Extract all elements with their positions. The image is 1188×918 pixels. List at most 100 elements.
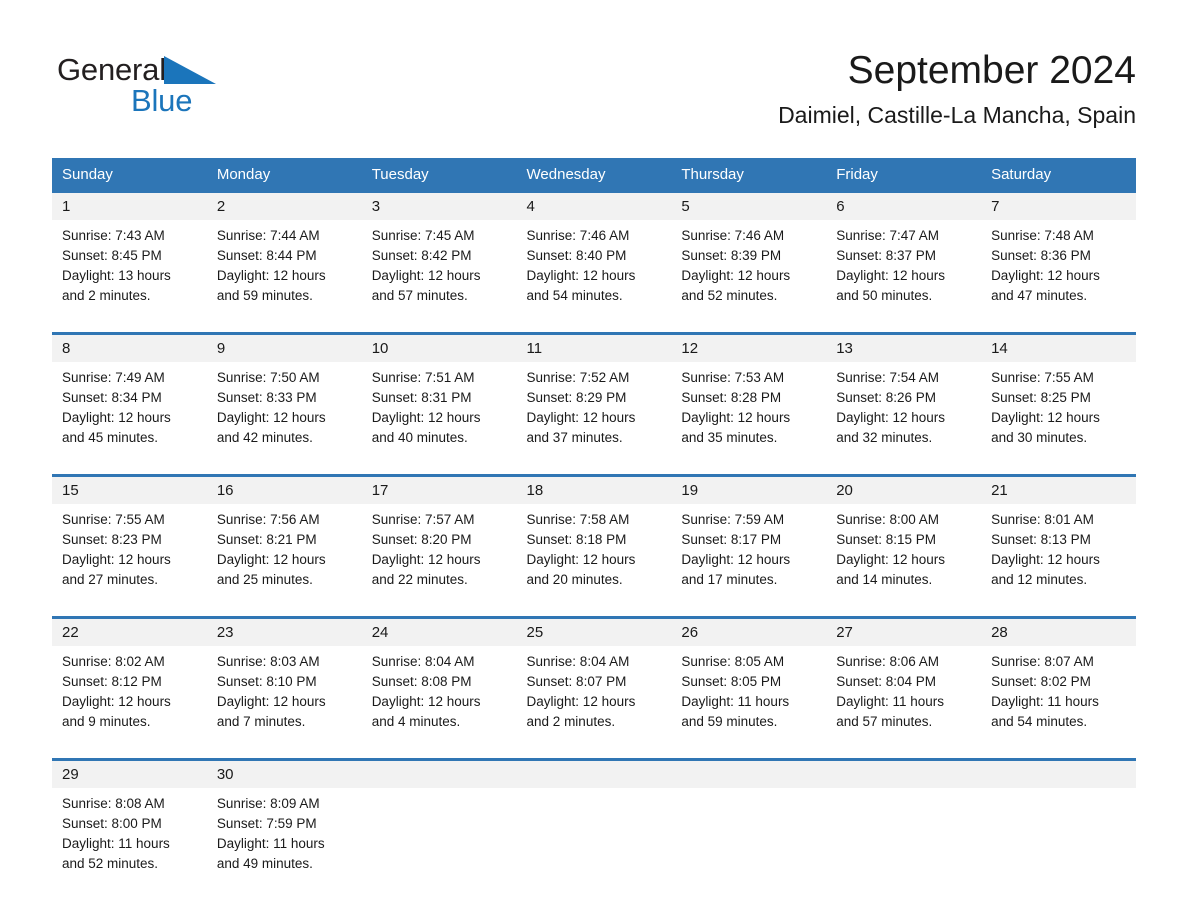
day-number-cell[interactable]: 12 [671, 332, 827, 362]
sunrise-text: Sunrise: 8:00 AM [836, 512, 940, 527]
sunset-text: Sunset: 8:12 PM [62, 674, 162, 689]
daylight-text-line2: and 47 minutes. [991, 288, 1088, 303]
weekday-header-sunday: Sunday [52, 158, 207, 192]
daylight-text-line1: Daylight: 11 hours [216, 836, 325, 851]
sunrise-text: Sunrise: 7:46 AM [526, 228, 630, 243]
day-number-cell[interactable]: 3 [361, 190, 517, 220]
sunrise-text: Sunrise: 8:05 AM [681, 654, 785, 669]
sunrise-text: Sunrise: 7:53 AM [681, 370, 785, 385]
day-number-cell[interactable]: 20 [826, 474, 982, 504]
daylight-text-line2: and 57 minutes. [836, 714, 933, 729]
day-number-cell[interactable]: 5 [671, 190, 827, 220]
day-number-cell[interactable]: 25 [516, 616, 672, 646]
day-info-cell: Sunrise: 7:53 AM Sunset: 8:28 PM Daylight:… [671, 362, 827, 460]
day-number-cell[interactable]: 2 [206, 190, 362, 220]
daylight-text-line2: and 57 minutes. [371, 288, 468, 303]
daylight-text-line1: Daylight: 12 hours [371, 410, 481, 425]
sunrise-text: Sunrise: 7:45 AM [371, 228, 475, 243]
daylight-text-line2: and 12 minutes. [991, 572, 1088, 587]
day-info-cell: Sunrise: 8:04 AM Sunset: 8:07 PM Daylight:… [516, 646, 672, 744]
sunset-text: Sunset: 8:04 PM [836, 674, 937, 689]
daylight-text-line1: Daylight: 12 hours [991, 410, 1100, 425]
daylight-text-line2: and 54 minutes. [526, 288, 623, 303]
daylight-text-line2: and 42 minutes. [216, 430, 313, 445]
sunset-text: Sunset: 8:18 PM [526, 532, 627, 547]
daylight-text-line2: and 45 minutes. [62, 430, 159, 445]
daylight-text-line2: and 14 minutes. [836, 572, 933, 587]
day-info-cell: Sunrise: 7:51 AM Sunset: 8:31 PM Daylight:… [361, 362, 517, 460]
sunset-text: Sunset: 8:40 PM [526, 248, 627, 263]
day-number-cell[interactable]: 9 [206, 332, 362, 362]
day-info-cell: Sunrise: 7:46 AM Sunset: 8:40 PM Daylight:… [516, 220, 672, 318]
day-number-cell[interactable]: 14 [981, 332, 1136, 362]
daylight-text-line2: and 52 minutes. [681, 288, 778, 303]
empty-info-cell [361, 788, 517, 886]
weekday-header-row: Sunday Monday Tuesday Wednesday Thursday… [52, 158, 1136, 192]
day-number-cell[interactable]: 26 [671, 616, 827, 646]
sunrise-text: Sunrise: 7:56 AM [216, 512, 320, 527]
empty-info-cell [981, 788, 1136, 886]
sunset-text: Sunset: 8:26 PM [836, 390, 937, 405]
day-info-cell: Sunrise: 8:01 AM Sunset: 8:13 PM Daylight:… [981, 504, 1136, 602]
day-number-cell[interactable]: 23 [206, 616, 362, 646]
day-number-cell[interactable]: 17 [361, 474, 517, 504]
day-number-cell[interactable]: 24 [361, 616, 517, 646]
daylight-text-line1: Daylight: 12 hours [836, 410, 946, 425]
day-info-cell: Sunrise: 7:45 AM Sunset: 8:42 PM Daylight:… [361, 220, 517, 318]
sunset-text: Sunset: 8:39 PM [681, 248, 782, 263]
sunset-text: Sunset: 8:29 PM [526, 390, 627, 405]
day-number-cell[interactable]: 30 [206, 758, 362, 788]
sunset-text: Sunset: 8:07 PM [526, 674, 627, 689]
day-number-cell[interactable]: 28 [981, 616, 1136, 646]
sunset-text: Sunset: 8:36 PM [991, 248, 1091, 263]
sunset-text: Sunset: 8:42 PM [371, 248, 472, 263]
day-info-cell: Sunrise: 7:54 AM Sunset: 8:26 PM Daylight:… [826, 362, 982, 460]
week-5-daynumber-row: 29 30 [52, 758, 1136, 788]
day-info-cell: Sunrise: 8:08 AM Sunset: 8:00 PM Daylight:… [52, 788, 207, 886]
weekday-header-thursday: Thursday [671, 158, 827, 192]
day-number-cell[interactable]: 15 [52, 474, 207, 504]
sunset-text: Sunset: 8:23 PM [62, 532, 162, 547]
daylight-text-line2: and 49 minutes. [216, 856, 313, 871]
daylight-text-line2: and 27 minutes. [62, 572, 159, 587]
sunset-text: Sunset: 8:37 PM [836, 248, 937, 263]
day-info-cell: Sunrise: 7:52 AM Sunset: 8:29 PM Daylight:… [516, 362, 672, 460]
page-subtitle: Daimiel, Castille-La Mancha, Spain [778, 102, 1136, 128]
daylight-text-line2: and 22 minutes. [371, 572, 468, 587]
day-info-cell: Sunrise: 8:06 AM Sunset: 8:04 PM Daylight:… [826, 646, 982, 744]
day-number-cell[interactable]: 18 [516, 474, 672, 504]
day-number-cell[interactable]: 1 [52, 190, 207, 220]
day-number-cell[interactable]: 10 [361, 332, 517, 362]
day-info-cell: Sunrise: 7:55 AM Sunset: 8:25 PM Daylight:… [981, 362, 1136, 460]
day-number-cell[interactable]: 7 [981, 190, 1136, 220]
day-number-cell[interactable]: 27 [826, 616, 982, 646]
empty-info-cell [516, 788, 672, 886]
sunset-text: Sunset: 7:59 PM [216, 816, 317, 831]
day-number-cell[interactable]: 13 [826, 332, 982, 362]
sunrise-text: Sunrise: 7:59 AM [681, 512, 785, 527]
day-info-cell: Sunrise: 8:00 AM Sunset: 8:15 PM Daylight:… [826, 504, 982, 602]
day-number-cell[interactable]: 8 [52, 332, 207, 362]
day-number-cell[interactable]: 4 [516, 190, 672, 220]
day-info-cell: Sunrise: 8:09 AM Sunset: 7:59 PM Daylight:… [206, 788, 362, 886]
day-number-cell[interactable]: 29 [52, 758, 207, 788]
day-number-cell[interactable]: 19 [671, 474, 827, 504]
daylight-text-line1: Daylight: 12 hours [216, 410, 326, 425]
daylight-text-line1: Daylight: 12 hours [371, 694, 481, 709]
day-info-cell: Sunrise: 7:50 AM Sunset: 8:33 PM Daylight:… [206, 362, 362, 460]
daylight-text-line2: and 35 minutes. [681, 430, 778, 445]
day-number-cell[interactable]: 21 [981, 474, 1136, 504]
daylight-text-line1: Daylight: 12 hours [216, 552, 326, 567]
sunset-text: Sunset: 8:17 PM [681, 532, 782, 547]
day-number-cell[interactable]: 6 [826, 190, 982, 220]
daylight-text-line1: Daylight: 11 hours [836, 694, 945, 709]
week-gap-cell [52, 318, 1136, 334]
day-info-cell: Sunrise: 7:46 AM Sunset: 8:39 PM Daylight:… [671, 220, 827, 318]
page-title: September 2024 [847, 49, 1136, 92]
sunrise-text: Sunrise: 8:02 AM [62, 654, 165, 669]
day-number-cell[interactable]: 22 [52, 616, 207, 646]
day-number-cell[interactable]: 16 [206, 474, 362, 504]
logo-text-general: General [57, 52, 166, 87]
sunrise-text: Sunrise: 8:07 AM [991, 654, 1094, 669]
day-number-cell[interactable]: 11 [516, 332, 672, 362]
